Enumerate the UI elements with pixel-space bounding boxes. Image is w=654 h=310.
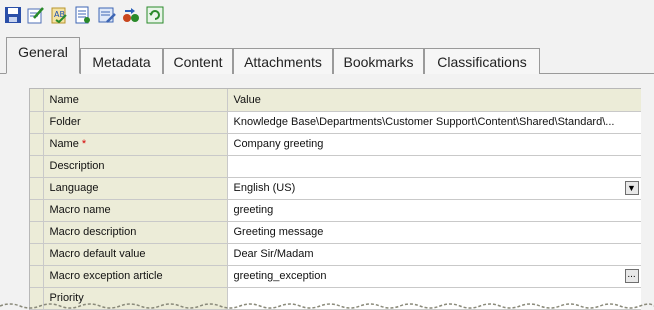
- folder-value[interactable]: Knowledge Base\Departments\Customer Supp…: [227, 111, 641, 134]
- property-name: Language: [43, 177, 228, 200]
- language-value: English (US): [233, 182, 296, 194]
- description-field[interactable]: [227, 155, 641, 178]
- property-row-description: Description: [30, 155, 641, 178]
- row-selector[interactable]: [30, 155, 44, 178]
- grid-header-row: Name Value: [30, 89, 641, 112]
- property-row-name: Name * Company greeting: [30, 133, 641, 156]
- header-name: Name: [43, 89, 228, 112]
- tab-classifications[interactable]: Classifications: [424, 48, 540, 74]
- tab-content[interactable]: Content: [163, 48, 233, 74]
- tab-general[interactable]: General: [6, 37, 80, 74]
- publish-icon[interactable]: [98, 6, 116, 24]
- property-name: Macro name: [43, 199, 228, 222]
- spell-check-icon[interactable]: AB: [50, 6, 68, 24]
- property-name: Folder: [43, 111, 228, 134]
- property-row-folder: Folder Knowledge Base\Departments\Custom…: [30, 111, 641, 134]
- rendering-artifact-strip: [0, 303, 654, 309]
- row-selector[interactable]: [30, 243, 44, 266]
- macro-description-field[interactable]: Greeting message: [227, 221, 641, 244]
- property-name: Macro default value: [43, 243, 228, 266]
- row-selector[interactable]: [30, 221, 44, 244]
- document-list-icon[interactable]: [74, 6, 92, 24]
- refresh-icon[interactable]: [146, 6, 164, 24]
- compare-icon[interactable]: [122, 6, 140, 24]
- macro-name-field[interactable]: greeting: [227, 199, 641, 222]
- tab-strip: General Metadata Content Attachments Boo…: [0, 36, 654, 74]
- row-selector[interactable]: [30, 177, 44, 200]
- property-row-macro-name: Macro name greeting: [30, 199, 641, 222]
- property-row-macro-exception-article: Macro exception article greeting_excepti…: [30, 265, 641, 288]
- property-name: Macro description: [43, 221, 228, 244]
- property-grid: Name Value Folder Knowledge Base\Departm…: [29, 88, 641, 310]
- row-selector[interactable]: [30, 199, 44, 222]
- header-value: Value: [227, 89, 641, 112]
- required-marker: *: [81, 138, 87, 150]
- name-field[interactable]: Company greeting: [227, 133, 641, 156]
- toolbar: AB: [0, 0, 654, 36]
- property-row-language: Language English (US) ▼: [30, 177, 641, 200]
- macro-exception-article-field[interactable]: greeting_exception...: [227, 265, 641, 288]
- property-row-macro-description: Macro description Greeting message: [30, 221, 641, 244]
- property-row-macro-default-value: Macro default value Dear Sir/Madam: [30, 243, 641, 266]
- macro-exception-article-value: greeting_exception: [233, 270, 327, 282]
- property-name: Name *: [43, 133, 228, 156]
- edit-icon[interactable]: [27, 6, 45, 24]
- row-selector[interactable]: [30, 111, 44, 134]
- tab-metadata[interactable]: Metadata: [80, 48, 163, 74]
- property-name: Macro exception article: [43, 265, 228, 288]
- row-selector[interactable]: [30, 133, 44, 156]
- tab-attachments[interactable]: Attachments: [233, 48, 333, 74]
- language-select[interactable]: English (US) ▼: [227, 177, 641, 200]
- dropdown-arrow-icon[interactable]: ▼: [624, 180, 639, 195]
- property-name: Description: [43, 155, 228, 178]
- save-icon[interactable]: [4, 6, 22, 24]
- row-selector: [30, 89, 44, 112]
- browse-button[interactable]: ...: [624, 268, 639, 283]
- row-selector[interactable]: [30, 265, 44, 288]
- tab-bookmarks[interactable]: Bookmarks: [333, 48, 424, 74]
- macro-default-value-field[interactable]: Dear Sir/Madam: [227, 243, 641, 266]
- property-name-label: Name: [49, 138, 79, 150]
